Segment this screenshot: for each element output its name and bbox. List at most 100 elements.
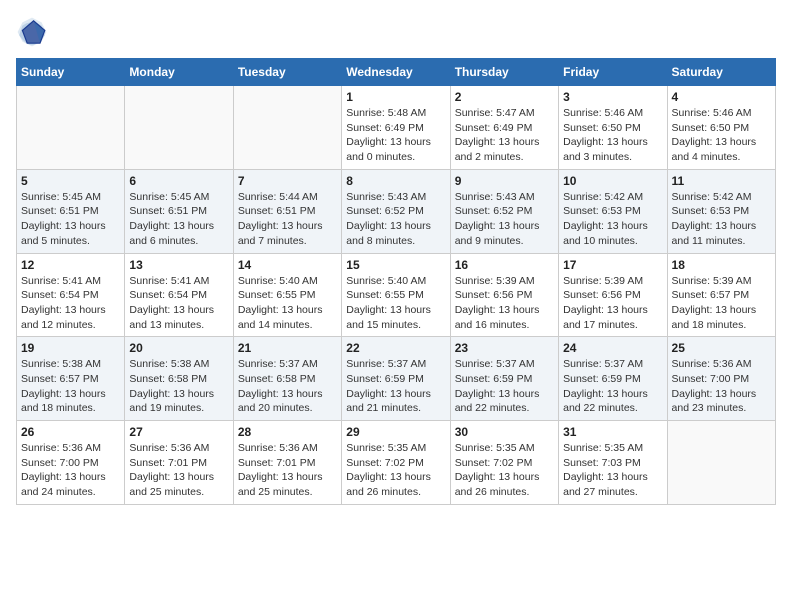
sunset-text: Sunset: 6:59 PM <box>346 373 424 385</box>
daylight-text: Daylight: 13 hours and 14 minutes. <box>238 304 323 331</box>
sunset-text: Sunset: 7:03 PM <box>563 457 641 469</box>
sunset-text: Sunset: 6:50 PM <box>563 122 641 134</box>
daylight-text: Daylight: 13 hours and 25 minutes. <box>129 471 214 498</box>
week-row-4: 19 Sunrise: 5:38 AM Sunset: 6:57 PM Dayl… <box>17 337 776 421</box>
day-number: 21 <box>238 341 337 355</box>
day-info: Sunrise: 5:35 AM Sunset: 7:02 PM Dayligh… <box>346 441 445 500</box>
sunset-text: Sunset: 6:59 PM <box>563 373 641 385</box>
weekday-header-saturday: Saturday <box>667 59 775 86</box>
day-number: 15 <box>346 258 445 272</box>
sunset-text: Sunset: 7:00 PM <box>672 373 750 385</box>
daylight-text: Daylight: 13 hours and 15 minutes. <box>346 304 431 331</box>
sunrise-text: Sunrise: 5:42 AM <box>563 191 643 203</box>
calendar-cell: 4 Sunrise: 5:46 AM Sunset: 6:50 PM Dayli… <box>667 86 775 170</box>
calendar-cell: 25 Sunrise: 5:36 AM Sunset: 7:00 PM Dayl… <box>667 337 775 421</box>
calendar-cell: 17 Sunrise: 5:39 AM Sunset: 6:56 PM Dayl… <box>559 253 667 337</box>
sunrise-text: Sunrise: 5:39 AM <box>672 275 752 287</box>
sunrise-text: Sunrise: 5:39 AM <box>563 275 643 287</box>
day-info: Sunrise: 5:39 AM Sunset: 6:56 PM Dayligh… <box>455 274 554 333</box>
day-info: Sunrise: 5:40 AM Sunset: 6:55 PM Dayligh… <box>238 274 337 333</box>
sunset-text: Sunset: 7:00 PM <box>21 457 99 469</box>
sunset-text: Sunset: 7:02 PM <box>346 457 424 469</box>
daylight-text: Daylight: 13 hours and 26 minutes. <box>346 471 431 498</box>
sunrise-text: Sunrise: 5:45 AM <box>129 191 209 203</box>
calendar-cell: 24 Sunrise: 5:37 AM Sunset: 6:59 PM Dayl… <box>559 337 667 421</box>
sunset-text: Sunset: 6:52 PM <box>346 205 424 217</box>
day-number: 26 <box>21 425 120 439</box>
calendar-cell: 19 Sunrise: 5:38 AM Sunset: 6:57 PM Dayl… <box>17 337 125 421</box>
calendar-cell: 1 Sunrise: 5:48 AM Sunset: 6:49 PM Dayli… <box>342 86 450 170</box>
daylight-text: Daylight: 13 hours and 18 minutes. <box>672 304 757 331</box>
calendar-cell <box>17 86 125 170</box>
day-info: Sunrise: 5:36 AM Sunset: 7:00 PM Dayligh… <box>21 441 120 500</box>
sunset-text: Sunset: 6:54 PM <box>129 289 207 301</box>
daylight-text: Daylight: 13 hours and 12 minutes. <box>21 304 106 331</box>
sunrise-text: Sunrise: 5:40 AM <box>238 275 318 287</box>
calendar-cell: 7 Sunrise: 5:44 AM Sunset: 6:51 PM Dayli… <box>233 169 341 253</box>
daylight-text: Daylight: 13 hours and 19 minutes. <box>129 388 214 415</box>
sunset-text: Sunset: 6:55 PM <box>346 289 424 301</box>
day-number: 14 <box>238 258 337 272</box>
day-info: Sunrise: 5:36 AM Sunset: 7:00 PM Dayligh… <box>672 357 771 416</box>
day-info: Sunrise: 5:41 AM Sunset: 6:54 PM Dayligh… <box>129 274 228 333</box>
daylight-text: Daylight: 13 hours and 11 minutes. <box>672 220 757 247</box>
daylight-text: Daylight: 13 hours and 21 minutes. <box>346 388 431 415</box>
day-info: Sunrise: 5:43 AM Sunset: 6:52 PM Dayligh… <box>346 190 445 249</box>
day-info: Sunrise: 5:45 AM Sunset: 6:51 PM Dayligh… <box>129 190 228 249</box>
calendar-cell: 2 Sunrise: 5:47 AM Sunset: 6:49 PM Dayli… <box>450 86 558 170</box>
daylight-text: Daylight: 13 hours and 20 minutes. <box>238 388 323 415</box>
sunset-text: Sunset: 6:51 PM <box>21 205 99 217</box>
daylight-text: Daylight: 13 hours and 6 minutes. <box>129 220 214 247</box>
weekday-header-wednesday: Wednesday <box>342 59 450 86</box>
weekday-header-sunday: Sunday <box>17 59 125 86</box>
daylight-text: Daylight: 13 hours and 5 minutes. <box>21 220 106 247</box>
sunset-text: Sunset: 6:56 PM <box>455 289 533 301</box>
page-header <box>16 16 776 48</box>
calendar-cell: 3 Sunrise: 5:46 AM Sunset: 6:50 PM Dayli… <box>559 86 667 170</box>
day-number: 19 <box>21 341 120 355</box>
day-info: Sunrise: 5:48 AM Sunset: 6:49 PM Dayligh… <box>346 106 445 165</box>
day-number: 25 <box>672 341 771 355</box>
day-info: Sunrise: 5:43 AM Sunset: 6:52 PM Dayligh… <box>455 190 554 249</box>
calendar-cell <box>233 86 341 170</box>
sunset-text: Sunset: 6:58 PM <box>238 373 316 385</box>
calendar-cell: 12 Sunrise: 5:41 AM Sunset: 6:54 PM Dayl… <box>17 253 125 337</box>
day-number: 5 <box>21 174 120 188</box>
sunrise-text: Sunrise: 5:41 AM <box>129 275 209 287</box>
daylight-text: Daylight: 13 hours and 13 minutes. <box>129 304 214 331</box>
sunset-text: Sunset: 7:01 PM <box>238 457 316 469</box>
calendar-cell: 5 Sunrise: 5:45 AM Sunset: 6:51 PM Dayli… <box>17 169 125 253</box>
sunset-text: Sunset: 6:59 PM <box>455 373 533 385</box>
calendar-table: SundayMondayTuesdayWednesdayThursdayFrid… <box>16 58 776 505</box>
day-number: 18 <box>672 258 771 272</box>
day-number: 28 <box>238 425 337 439</box>
calendar-cell: 10 Sunrise: 5:42 AM Sunset: 6:53 PM Dayl… <box>559 169 667 253</box>
day-info: Sunrise: 5:35 AM Sunset: 7:03 PM Dayligh… <box>563 441 662 500</box>
calendar-cell: 22 Sunrise: 5:37 AM Sunset: 6:59 PM Dayl… <box>342 337 450 421</box>
day-info: Sunrise: 5:44 AM Sunset: 6:51 PM Dayligh… <box>238 190 337 249</box>
sunrise-text: Sunrise: 5:36 AM <box>672 358 752 370</box>
day-number: 24 <box>563 341 662 355</box>
sunset-text: Sunset: 6:56 PM <box>563 289 641 301</box>
calendar-cell: 15 Sunrise: 5:40 AM Sunset: 6:55 PM Dayl… <box>342 253 450 337</box>
sunset-text: Sunset: 6:49 PM <box>346 122 424 134</box>
daylight-text: Daylight: 13 hours and 7 minutes. <box>238 220 323 247</box>
sunrise-text: Sunrise: 5:47 AM <box>455 107 535 119</box>
calendar-cell: 29 Sunrise: 5:35 AM Sunset: 7:02 PM Dayl… <box>342 421 450 505</box>
day-number: 22 <box>346 341 445 355</box>
sunrise-text: Sunrise: 5:37 AM <box>238 358 318 370</box>
calendar-cell: 21 Sunrise: 5:37 AM Sunset: 6:58 PM Dayl… <box>233 337 341 421</box>
day-info: Sunrise: 5:46 AM Sunset: 6:50 PM Dayligh… <box>563 106 662 165</box>
sunrise-text: Sunrise: 5:37 AM <box>346 358 426 370</box>
calendar-cell: 13 Sunrise: 5:41 AM Sunset: 6:54 PM Dayl… <box>125 253 233 337</box>
sunrise-text: Sunrise: 5:35 AM <box>346 442 426 454</box>
sunset-text: Sunset: 6:53 PM <box>672 205 750 217</box>
day-number: 29 <box>346 425 445 439</box>
calendar-cell: 26 Sunrise: 5:36 AM Sunset: 7:00 PM Dayl… <box>17 421 125 505</box>
calendar-cell: 30 Sunrise: 5:35 AM Sunset: 7:02 PM Dayl… <box>450 421 558 505</box>
sunrise-text: Sunrise: 5:44 AM <box>238 191 318 203</box>
daylight-text: Daylight: 13 hours and 25 minutes. <box>238 471 323 498</box>
day-number: 20 <box>129 341 228 355</box>
sunrise-text: Sunrise: 5:35 AM <box>563 442 643 454</box>
day-info: Sunrise: 5:37 AM Sunset: 6:59 PM Dayligh… <box>563 357 662 416</box>
